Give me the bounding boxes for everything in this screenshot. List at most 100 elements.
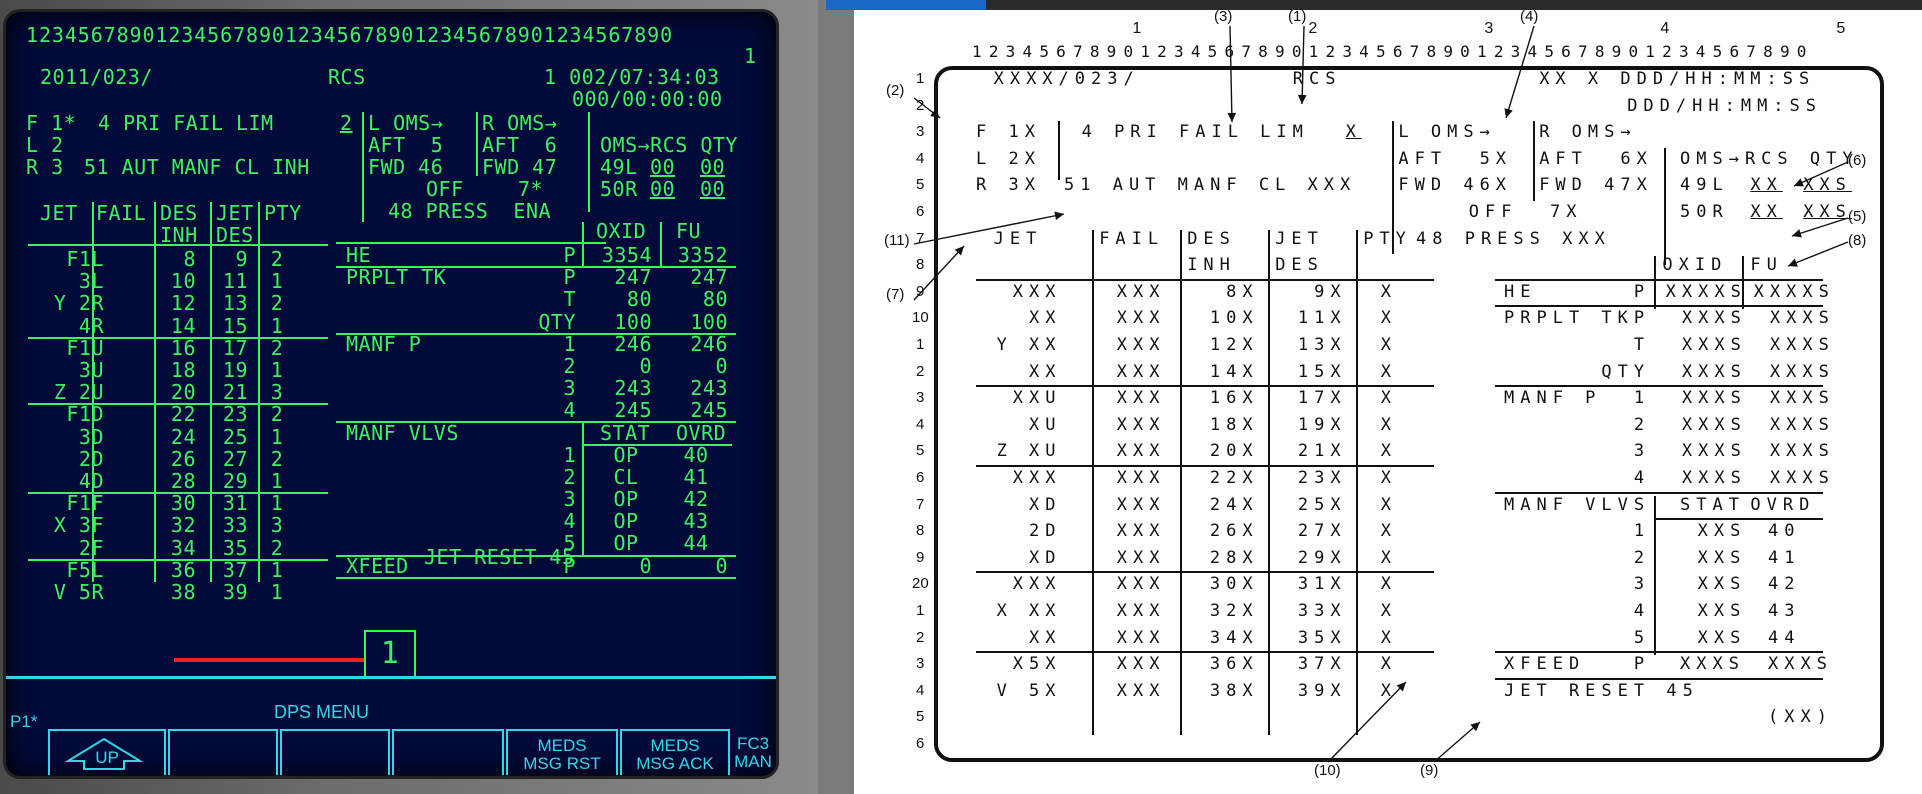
table-row-jet[interactable]: F1L [26,248,104,270]
valve-override-item[interactable]: 43 [674,510,718,532]
valve-override-item[interactable]: 44 [674,532,718,554]
xfeed-fu-value: 0 [715,553,728,578]
valve-number: 5 [1633,627,1651,648]
jet-table-header: JET [993,228,1043,249]
r-oms-off-item[interactable]: 7* [518,178,543,200]
table-row-jet[interactable]: F1F [26,492,104,514]
fu-value: 0 [715,354,728,378]
table-row-jet[interactable]: 3U [26,359,104,381]
softkey-2[interactable] [168,729,278,775]
aut-manf-cl-inh-item[interactable]: 51 AUT MANF CL INH [84,156,310,178]
event-timer: 000/00:00:00 [572,87,723,111]
oms-off-item[interactable]: OFF [426,178,464,200]
des-column-subheader: DES [1275,255,1324,276]
jet-des-inh-item[interactable]: 12 [156,292,196,314]
press-ena-item[interactable]: 48 PRESS ENA [388,200,551,222]
f-manifold-item[interactable]: F 1* [26,112,76,134]
row-number: 5 [916,442,925,460]
jet-des-item[interactable]: 35 [212,537,248,559]
row-number: 20 [912,575,929,593]
table-row-jet[interactable]: 2D [26,448,104,470]
jet-des-item[interactable]: 17 [212,337,248,359]
table-row-sub: 4 [1633,468,1651,488]
meds-msg-rst-button[interactable]: MEDS MSG RST [506,729,618,775]
jet-des-inh-item[interactable]: 18 [156,359,196,381]
row-number: 2 [916,362,925,380]
softkey-up[interactable]: UP [48,729,166,775]
qty-50r-item: 50R [1680,202,1729,222]
jet-des-item[interactable]: 37 [212,559,248,581]
jet-des-inh-item[interactable]: 24 [156,426,196,448]
jet-des-inh-item[interactable]: 16 [156,337,196,359]
table-row-jet[interactable]: 3L [26,270,104,292]
table-row-jet[interactable]: F1U [26,337,104,359]
jet-des-inh-item[interactable]: 20 [156,381,196,403]
fc3-man-button[interactable]: FC3 MAN [732,729,774,775]
jet-des-inh-item[interactable]: 14 [156,315,196,337]
valve-override-item[interactable]: 42 [674,488,718,510]
table-row-jet[interactable]: F1D [26,403,104,425]
jet-des-inh-item[interactable]: 36 [156,559,196,581]
jet-des-item[interactable]: 27 [212,448,248,470]
jet-des-item[interactable]: 25 [212,426,248,448]
jet-pty-value: X [1380,361,1398,382]
r-oms-aft-item[interactable]: AFT 6 [482,134,557,156]
valve-override-item: 42 [1768,574,1801,595]
pri-fail-lim-item[interactable]: 4 PRI FAIL LIM [98,112,274,134]
table-row-jet[interactable]: V 5R [26,581,104,603]
jet-des-item[interactable]: 23 [212,403,248,425]
jet-des-inh-item[interactable]: 32 [156,514,196,536]
viewer-active-tab[interactable] [826,0,986,10]
jet-des-item[interactable]: 19 [212,359,248,381]
r-manifold-item[interactable]: R 3 [26,156,64,178]
jet-fail-value: XXX [1116,547,1166,568]
jet-fail-value: XXX [1116,388,1166,409]
qty-50r-item[interactable]: 50R [600,178,638,200]
meds-msg-ack-button[interactable]: MEDS MSG ACK [620,729,730,775]
jet-des-item[interactable]: 39 [212,581,248,603]
valve-override-item[interactable]: 40 [674,444,718,466]
jet-des-inh-item[interactable]: 28 [156,470,196,492]
jet-des-inh-item[interactable]: 10 [156,270,196,292]
jet-pty-value: 2 [270,535,284,560]
table-row-jet[interactable]: X 3F [26,514,104,536]
table-row-jet[interactable]: Y 2R [26,292,104,314]
softkey-4[interactable] [392,729,504,775]
jet-des-inh-item[interactable]: 26 [156,448,196,470]
jet-des-item[interactable]: 31 [212,492,248,514]
valve-override-item[interactable]: 41 [674,466,718,488]
table-row-sub: QTY [1601,361,1651,382]
valve-number: 2 [563,464,576,489]
jet-des-inh-item[interactable]: 30 [156,492,196,514]
table-row-jet[interactable]: 4R [26,315,104,337]
table-divider [660,222,662,266]
jet-des-item[interactable]: 15 [212,315,248,337]
jet-des-item[interactable]: 29 [212,470,248,492]
l-manifold-item[interactable]: L 2 [26,134,64,156]
column-ruler: 1234567890123456789012345678901234567890… [26,23,674,47]
jet-des-inh-item[interactable]: 8 [156,248,196,270]
table-row-jet[interactable]: 3D [26,426,104,448]
jet-des-item[interactable]: 13 [212,292,248,314]
table-row-jet[interactable]: Z 2U [26,381,104,403]
l-oms-aft-item[interactable]: AFT 5 [368,134,443,156]
table-row-jet[interactable]: F5L [26,559,104,581]
table-row-jet[interactable]: 2F [26,537,104,559]
jet-des-item[interactable]: 9 [212,248,248,270]
qty-49l-item[interactable]: 49L [600,156,638,178]
table-row-jet[interactable]: 4D [26,470,104,492]
l-oms-fwd-item[interactable]: FWD 46 [368,156,443,178]
jet-des-item[interactable]: 11 [212,270,248,292]
jet-des-item[interactable]: 21 [212,381,248,403]
jet-des-inh-item[interactable]: 38 [156,581,196,603]
jet-des-inh-item[interactable]: 34 [156,537,196,559]
jet-des-item[interactable]: 33 [212,514,248,536]
meds-ack-line2: MSG ACK [636,754,714,773]
xfeed-label: XFEED [346,553,409,578]
page-title: RCS [1292,69,1342,89]
r-oms-fwd-item[interactable]: FWD 47 [482,156,557,178]
jet-des-inh-item[interactable]: 22 [156,403,196,425]
fu-value: XXXS [1769,388,1835,409]
jet-table-header: FAIL [1099,228,1165,249]
softkey-3[interactable] [280,729,390,775]
